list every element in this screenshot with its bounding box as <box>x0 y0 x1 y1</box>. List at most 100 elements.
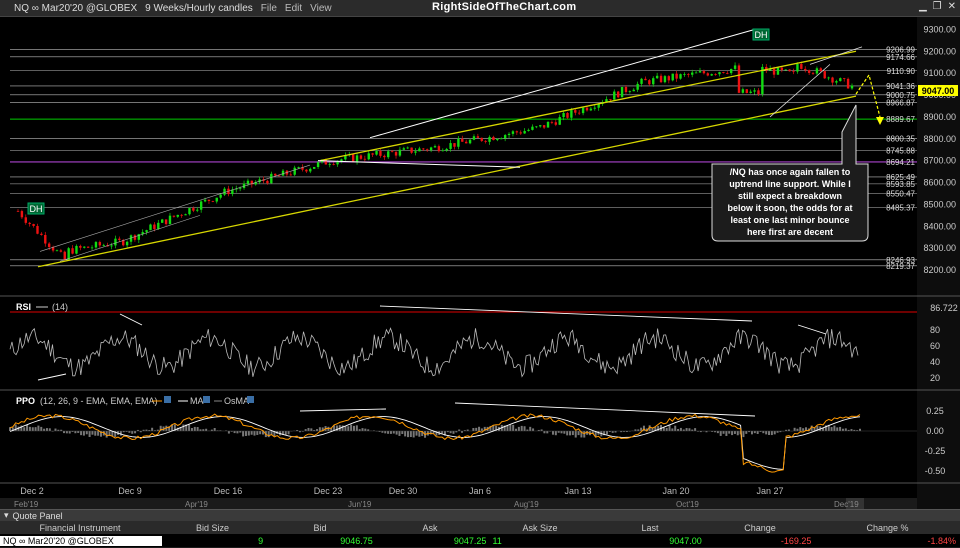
col-change-pct[interactable]: Change % <box>815 523 960 533</box>
candle-body <box>757 90 759 94</box>
menu-file[interactable]: File <box>261 3 277 14</box>
osma-bar <box>401 431 403 434</box>
rsi-value-box: 86.722 <box>930 303 958 313</box>
osma-bar <box>242 431 244 436</box>
osma-bar <box>677 429 679 431</box>
osma-bar <box>794 428 796 431</box>
candle-body <box>270 174 272 183</box>
minimize-icon[interactable]: ▁ <box>919 1 927 12</box>
osma-bar <box>680 428 682 431</box>
col-financial-instrument[interactable]: Financial Instrument <box>0 523 160 533</box>
candle-body <box>781 68 783 70</box>
candle-body <box>48 244 50 247</box>
quote-row[interactable]: NQ ∞ Mar20'20 @GLOBEX 9 9046.75 9047.25 … <box>0 534 960 547</box>
symbol-label[interactable]: NQ ∞ Mar20'20 @GLOBEX <box>14 3 137 14</box>
osma-bar <box>452 431 454 434</box>
price-level-label: 8745.88 <box>886 147 915 156</box>
candle-body <box>722 72 724 73</box>
candle-body <box>165 219 167 224</box>
menu-edit[interactable]: Edit <box>285 3 302 14</box>
candle-body <box>726 73 728 74</box>
osma-bar <box>515 429 517 431</box>
candle-body <box>792 71 794 72</box>
candle-body <box>56 250 58 251</box>
candle-body <box>707 73 709 75</box>
col-change[interactable]: Change <box>705 523 815 533</box>
candle-body <box>808 70 810 73</box>
osma-bar <box>612 431 614 433</box>
osma-bar <box>478 427 480 431</box>
osma-bar <box>364 429 366 431</box>
col-last[interactable]: Last <box>595 523 705 533</box>
osma-bar <box>77 431 79 433</box>
osma-bar <box>191 428 193 431</box>
quote-instrument[interactable]: NQ ∞ Mar20'20 @GLOBEX <box>0 536 162 546</box>
osma-bar <box>475 428 477 431</box>
overview-label: Oct'19 <box>676 500 699 509</box>
candle-body <box>578 113 580 114</box>
time-tick-label: Dec 23 <box>314 486 343 496</box>
chart-canvas[interactable]: 9206.999174.669110.909041.369000.758966.… <box>0 17 960 509</box>
timeframe-label[interactable]: 9 Weeks/Hourly candles <box>145 3 253 14</box>
osma-bar <box>131 431 133 434</box>
osma-bar <box>717 431 719 433</box>
candle-body <box>703 71 705 73</box>
candle-body <box>32 224 34 226</box>
last-price-marker: 9047.00 <box>918 85 958 96</box>
rsi-tick-label: 40 <box>930 357 940 367</box>
osma-bar <box>319 427 321 431</box>
close-icon[interactable]: ✕ <box>948 1 956 12</box>
candle-body <box>375 151 377 155</box>
osma-bar <box>725 431 727 436</box>
collapse-icon[interactable]: ▾ <box>4 510 9 521</box>
price-level-label: 8966.87 <box>886 98 915 107</box>
menu-view[interactable]: View <box>310 3 332 14</box>
candle-body <box>395 152 397 156</box>
osma-bar <box>268 431 270 437</box>
candle-body <box>297 167 299 168</box>
quote-panel-header-row: Financial Instrument Bid Size Bid Ask As… <box>0 521 960 534</box>
col-ask[interactable]: Ask <box>375 523 485 533</box>
osma-bar <box>532 428 534 431</box>
osma-bar <box>253 431 255 436</box>
osma-bar <box>802 428 804 431</box>
col-bid[interactable]: Bid <box>265 523 375 533</box>
candle-body <box>788 70 790 72</box>
price-tick-label: 8800.00 <box>923 134 956 144</box>
candle-body <box>407 148 409 149</box>
chart-toolbar: NQ ∞ Mar20'20 @GLOBEX 9 Weeks/Hourly can… <box>0 0 960 17</box>
candle-body <box>219 195 221 198</box>
price-level-label: 8593.85 <box>886 180 915 189</box>
osma-bar <box>353 426 355 431</box>
callout-line: /NQ has once again fallen to <box>730 167 851 177</box>
candle-body <box>496 139 498 140</box>
candle-body <box>566 113 568 118</box>
osma-bar <box>120 431 122 436</box>
candle-body <box>492 137 494 140</box>
candle-body <box>621 87 623 97</box>
time-tick-label: Dec 30 <box>389 486 418 496</box>
candle-body <box>64 252 66 260</box>
candle-body <box>734 65 736 68</box>
osma-bar <box>205 429 207 431</box>
candle-body <box>679 74 681 78</box>
col-bid-size[interactable]: Bid Size <box>160 523 265 533</box>
candle-body <box>796 64 798 72</box>
restore-icon[interactable]: ❐ <box>933 1 942 12</box>
osma-bar <box>80 431 82 435</box>
col-ask-size[interactable]: Ask Size <box>485 523 595 533</box>
candle-body <box>449 143 451 149</box>
osma-bar <box>850 429 852 431</box>
osma-bar <box>674 426 676 431</box>
candle-body <box>87 247 89 248</box>
osma-bar <box>561 431 563 433</box>
osma-bar <box>728 431 730 434</box>
candle-body <box>551 122 553 123</box>
rsi-tick-label: 80 <box>930 325 940 335</box>
candle-body <box>28 223 30 224</box>
overview-strip[interactable] <box>0 498 917 509</box>
callout-line: here first are decent <box>747 227 833 237</box>
osma-bar <box>509 425 511 431</box>
candle-body <box>410 148 412 153</box>
candle-body <box>364 159 366 160</box>
